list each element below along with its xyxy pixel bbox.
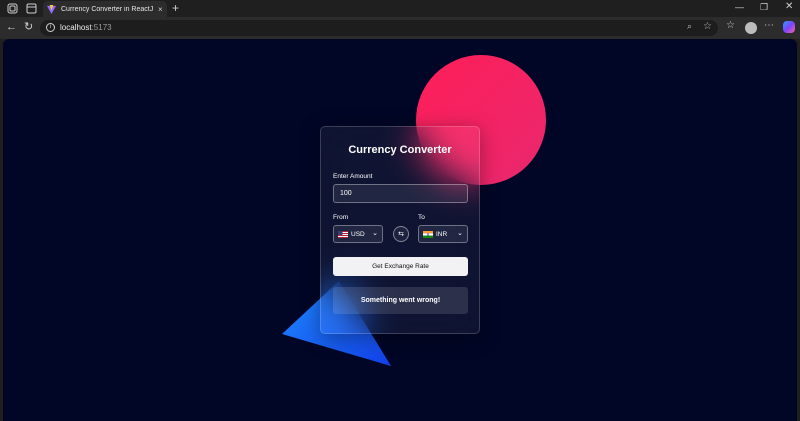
amount-input[interactable]: 100 <box>333 184 468 203</box>
reload-icon[interactable]: ↻ <box>24 20 33 33</box>
to-label: To <box>418 214 425 221</box>
tab-active[interactable]: Currency Converter in ReactJS | C × <box>43 1 167 17</box>
from-label: From <box>333 214 349 221</box>
result-message: Something went wrong! <box>333 287 468 314</box>
from-currency-select[interactable]: USD ⌄ <box>333 225 383 243</box>
vite-favicon-icon <box>47 4 56 14</box>
tab-title: Currency Converter in ReactJS | C <box>61 5 153 13</box>
url-text: localhost:5173 <box>60 23 112 32</box>
new-tab-button[interactable]: + <box>172 1 179 15</box>
copilot-icon[interactable] <box>783 21 795 33</box>
zoom-icon[interactable]: ⌕ <box>687 21 692 32</box>
chevron-down-icon: ⌄ <box>372 230 378 237</box>
more-menu-icon[interactable]: ⋯ <box>764 20 774 31</box>
from-currency-value: USD <box>351 230 365 238</box>
us-flag-icon <box>338 230 348 238</box>
swap-currencies-button[interactable]: ⇆ <box>393 226 409 242</box>
window-close-button[interactable]: ✕ <box>785 1 793 12</box>
window-maximize-button[interactable]: ❐ <box>760 2 768 13</box>
converter-card: Currency Converter Enter Amount 100 From… <box>320 126 480 334</box>
favorites-icon[interactable]: ☆ <box>726 20 735 31</box>
india-flag-icon <box>423 230 433 238</box>
browser-tab-bar: Currency Converter in ReactJS | C × + — … <box>0 0 800 17</box>
window-minimize-button[interactable]: — <box>735 2 744 12</box>
browser-toolbar: ← ↻ i localhost:5173 ⌕ ☆ <box>0 17 800 39</box>
back-arrow-icon[interactable]: ← <box>6 21 17 33</box>
to-currency-value: INR <box>436 230 448 238</box>
address-bar[interactable]: i localhost:5173 ⌕ ☆ <box>40 20 718 36</box>
page-title: Currency Converter <box>348 144 452 156</box>
to-currency-select[interactable]: INR ⌄ <box>418 225 468 243</box>
site-info-icon[interactable]: i <box>46 23 55 32</box>
tab-close-icon[interactable]: × <box>158 5 163 14</box>
page-viewport: Currency Converter Enter Amount 100 From… <box>3 39 797 421</box>
get-exchange-rate-button[interactable]: Get Exchange Rate <box>333 257 468 276</box>
amount-label: Enter Amount <box>333 173 373 180</box>
profile-avatar-icon[interactable] <box>745 22 757 34</box>
workspaces-icon[interactable] <box>7 3 18 14</box>
chevron-down-icon: ⌄ <box>457 230 463 237</box>
favorite-star-icon[interactable]: ☆ <box>703 21 712 32</box>
tab-actions-icon[interactable] <box>26 3 37 14</box>
